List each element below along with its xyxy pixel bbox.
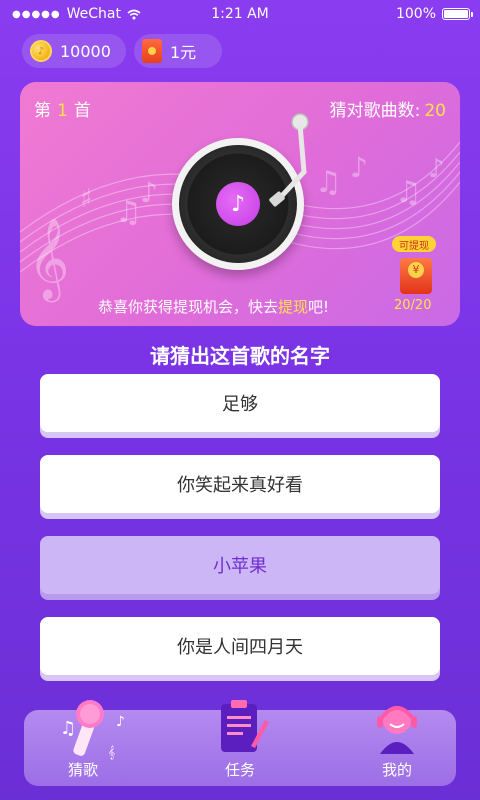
withdraw-link[interactable]: 提现 bbox=[278, 298, 308, 316]
congrats-prefix: 恭喜你获得提现机会，快去 bbox=[98, 298, 279, 316]
status-right: 100% bbox=[395, 6, 473, 22]
coin-icon: ♪ bbox=[30, 40, 52, 62]
nav-item-task[interactable]: 任务 bbox=[185, 700, 295, 786]
bottom-nav: ♫ ♪ 𝄞 猜歌 任务 我的 bbox=[24, 700, 456, 786]
song-card: 𝄞 ♯ ♫ ♪ ♫ ♪ ♫ ♪ 第1首 猜对歌曲数:20 ♪ 可提现 20/20… bbox=[20, 82, 460, 326]
level-number: 1 bbox=[57, 101, 68, 121]
battery-percent: 100% bbox=[395, 6, 436, 22]
congrats-suffix: 吧! bbox=[308, 298, 330, 316]
answer-option-4[interactable]: 你是人间四月天 bbox=[40, 617, 440, 675]
coins-value: 10000 bbox=[60, 41, 111, 61]
nav-item-mine[interactable]: 我的 bbox=[342, 706, 452, 786]
level-prefix: 第 bbox=[34, 101, 51, 121]
svg-text:♪: ♪ bbox=[350, 151, 368, 184]
score-label: 猜对歌曲数: bbox=[329, 101, 421, 121]
congrats-message: 恭喜你获得提现机会，快去提现吧! bbox=[98, 296, 329, 317]
withdraw-badge[interactable]: 可提现 bbox=[392, 236, 436, 252]
red-packet-icon bbox=[142, 39, 162, 63]
microphone-icon: ♫ ♪ 𝄞 bbox=[60, 700, 125, 759]
status-bar: ●●●●● WeChat 1:21 AM 100% bbox=[0, 0, 480, 28]
svg-text:♪: ♪ bbox=[116, 714, 125, 730]
svg-text:𝄞: 𝄞 bbox=[28, 217, 69, 302]
score-indicator: 猜对歌曲数: 20 bbox=[330, 96, 446, 121]
answer-option-3[interactable]: 小苹果 bbox=[40, 536, 440, 594]
profile-icon bbox=[377, 706, 417, 754]
svg-text:𝄞: 𝄞 bbox=[108, 745, 115, 759]
question-title: 请猜出这首歌的名字 bbox=[150, 344, 330, 368]
level-suffix: 首 bbox=[73, 101, 91, 121]
nav-label-mine: 我的 bbox=[381, 761, 412, 779]
answer-option-1[interactable]: 足够 bbox=[40, 374, 440, 432]
nav-label-guess: 猜歌 bbox=[67, 761, 98, 779]
svg-text:♫: ♫ bbox=[395, 175, 422, 210]
svg-text:♯: ♯ bbox=[80, 184, 93, 214]
svg-text:♫: ♫ bbox=[115, 195, 142, 230]
svg-text:♪: ♪ bbox=[428, 154, 445, 184]
svg-text:♫: ♫ bbox=[315, 165, 342, 200]
score-value: 20 bbox=[424, 101, 446, 121]
answer-option-2[interactable]: 你笑起来真好看 bbox=[40, 455, 440, 513]
tonearm-icon bbox=[269, 113, 309, 207]
svg-text:♪: ♪ bbox=[140, 176, 158, 209]
clipboard-icon bbox=[221, 700, 269, 752]
withdraw-red-packet-icon[interactable] bbox=[400, 258, 432, 294]
cash-pill[interactable]: 1元 bbox=[134, 34, 222, 68]
cash-value: 1元 bbox=[170, 43, 197, 62]
battery-icon bbox=[442, 8, 473, 20]
nav-item-guess[interactable]: ♫ ♪ 𝄞 猜歌 bbox=[28, 700, 138, 786]
coins-pill[interactable]: ♪ 10000 bbox=[22, 34, 126, 68]
nav-label-task: 任务 bbox=[224, 761, 255, 779]
svg-text:♫: ♫ bbox=[60, 718, 76, 739]
level-indicator: 第1首 bbox=[34, 96, 91, 121]
withdraw-progress: 20/20 bbox=[394, 298, 432, 313]
